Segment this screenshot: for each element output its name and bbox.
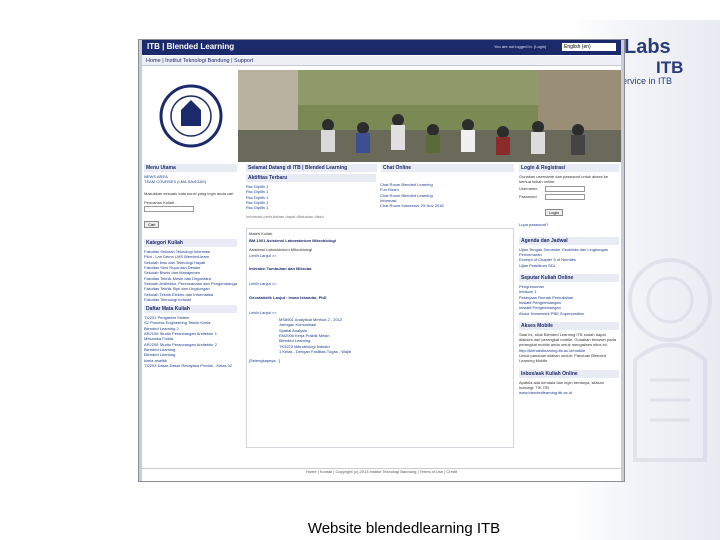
mobile-text-2: Untuk panduan silakan unduh: Panduan Ble… xyxy=(519,353,606,364)
more-link[interactable]: Lebih Lanjut >> xyxy=(249,253,511,258)
list-item[interactable]: 1 Kelas - Dengan Fasilitas Tugas - Wajib xyxy=(279,349,511,354)
site-footer: Home | Kontak | Copyright (c) 2013 Insti… xyxy=(142,468,621,475)
materi-label: Materi Kuliah xyxy=(249,230,273,236)
more-list-link[interactable]: [Selengkapnya...] xyxy=(249,358,511,363)
browser-page: ITB | Blended Learning You are not logge… xyxy=(142,40,621,481)
aktifitas-header: Aktifitas Terbaru xyxy=(246,174,376,182)
agenda-header: Agenda dan Jadwal xyxy=(519,236,619,245)
breadcrumb[interactable]: Home | Institut Teknologi Bandung | Supp… xyxy=(142,56,621,66)
main-content: Selamat Datang di ITB | Blended Learning… xyxy=(246,164,514,451)
more-link[interactable]: Lebih Lanjut >> xyxy=(249,310,511,315)
site-header: ITB | Blended Learning You are not logge… xyxy=(142,40,621,55)
agenda-item[interactable]: Ujian Tengah Semester Geokimia dan Lingk… xyxy=(519,247,619,258)
more-link[interactable]: Lebih Lanjut >> xyxy=(249,281,511,286)
course-list: TI2201 Pengantar Sistem S2 Process Engin… xyxy=(144,315,237,368)
course-panel: Materi Kuliah BM-1001 Asistensi Laborato… xyxy=(246,227,514,448)
website-screenshot: ITB | Blended Learning You are not logge… xyxy=(138,39,625,482)
search-text: Masukkan sesuatu kata kunci yang ingin a… xyxy=(144,190,234,196)
search-button[interactable]: Cari xyxy=(144,221,160,229)
activity-item[interactable]: Rsc Dipilih 1 xyxy=(246,205,376,210)
category-header: Kategori Kuliah xyxy=(144,239,237,248)
mobile-header: Akses Mobile xyxy=(519,321,619,330)
itb-logo-icon xyxy=(146,70,236,162)
right-sidebar: Login & Registrasi Gunakan username dan … xyxy=(519,164,619,396)
course-item[interactable]: TI2203 Dasar-Dasar Rekayasa Produk - Kel… xyxy=(144,363,237,368)
menu-item-courses[interactable]: TEAM COURSES (LMA SAVIGAS) xyxy=(144,179,237,184)
password-field[interactable] xyxy=(545,193,585,200)
course-title[interactable]: Interaksi Tumbuhan dan Mikroba xyxy=(249,266,511,271)
welcome-header: Selamat Datang di ITB | Blended Learning xyxy=(246,164,378,172)
login-status[interactable]: You are not logged in. (Login) xyxy=(494,44,546,49)
category-list: Fakultas Sekolah Teknologi Informasi Pil… xyxy=(144,249,237,302)
inbox-link[interactable]: www.blendedlearning.itb.ac.id xyxy=(519,390,619,395)
seputar-header: Seputar Kuliah Online xyxy=(519,274,619,283)
menu-header: Menu Utama xyxy=(144,164,237,172)
left-sidebar: Menu Utama NEWS AREA TEAM COURSES (LMA S… xyxy=(144,164,237,368)
username-field[interactable] xyxy=(545,185,585,192)
language-select[interactable]: English (en) xyxy=(562,43,616,51)
course-header: Daftar Mata Kuliah xyxy=(144,305,237,314)
search-label: Pencarian Kuliah : xyxy=(144,199,177,205)
info-note: Informasi perkuliahan dapat dilakukan di… xyxy=(246,214,324,220)
category-item[interactable]: Fakultas Teknologi Industri xyxy=(144,297,237,302)
forgot-password-link[interactable]: Lupa password? xyxy=(519,222,619,227)
password-label: Password xyxy=(519,193,537,199)
inbox-header: Inbox/ask Kuliah Online xyxy=(519,369,619,378)
slide-caption: Website blendedlearning ITB xyxy=(0,520,720,540)
login-header: Login & Registrasi xyxy=(519,164,619,172)
course-title[interactable]: BM-1001 Asistensi Laboratorium Mikrobiol… xyxy=(249,238,511,243)
login-button[interactable]: Login xyxy=(545,208,563,216)
site-title: ITB | Blended Learning xyxy=(147,42,235,51)
agenda-item[interactable]: Ujian Praktikum SDL xyxy=(519,263,619,268)
chat-header: Chat Online xyxy=(381,164,514,172)
seal-watermark-icon xyxy=(628,258,712,462)
mobile-text: Saat ini, situs Blended Learning ITB sud… xyxy=(519,331,616,348)
brand-itb: ITB xyxy=(656,58,684,77)
seputar-item[interactable]: About Homework PBE Superposition xyxy=(519,311,619,316)
search-input[interactable] xyxy=(144,206,194,213)
chat-item[interactable]: Chat Room Indonesia, 25 Nov 2018 xyxy=(380,203,512,208)
brand-title: Labs xyxy=(624,36,671,58)
login-text: Gunakan username dan password untuk akse… xyxy=(519,174,608,185)
banner-photo xyxy=(238,70,621,162)
inbox-text: Apabila ada kendala dan ingin bertanya, … xyxy=(519,379,604,390)
course-title[interactable]: Geostatistik Lanjut : Irwan Iskandar, Ph… xyxy=(249,295,511,300)
username-label: Username xyxy=(519,185,538,191)
caption-text: Website blendedlearning ITB xyxy=(307,520,501,537)
course-list: MS8901 Analytical Method 2 - 2012 Jaring… xyxy=(249,317,511,354)
